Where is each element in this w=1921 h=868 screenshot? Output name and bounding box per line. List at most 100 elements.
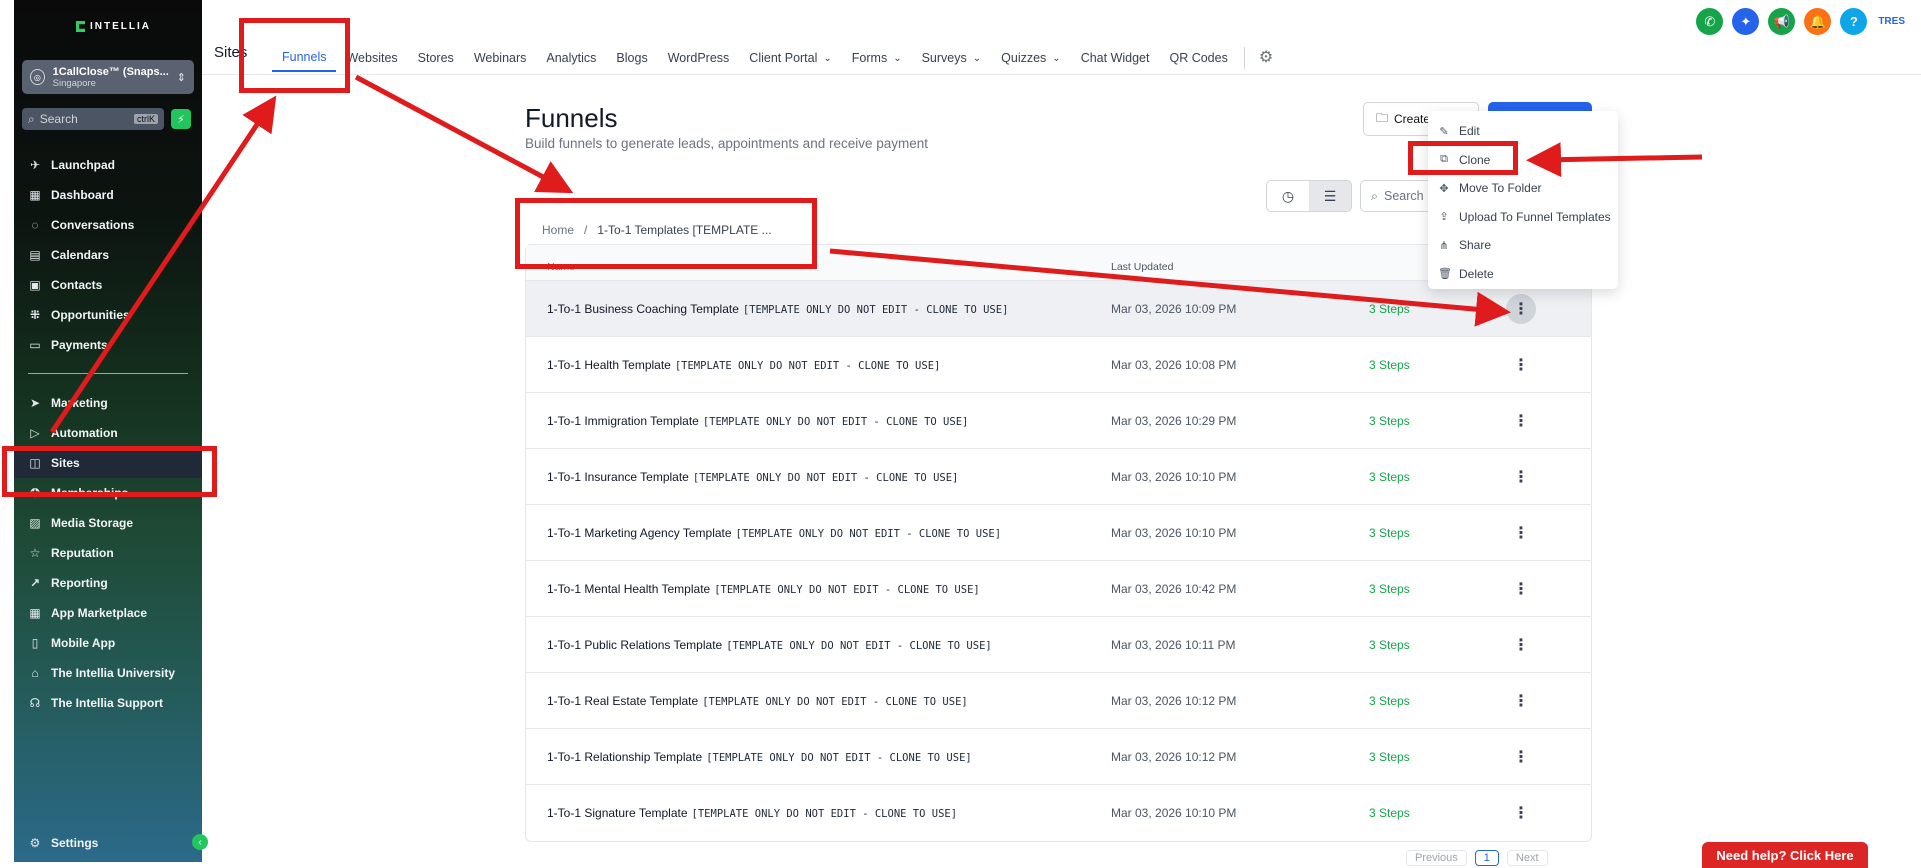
- sidebar-item-reputation[interactable]: ☆ Reputation: [14, 538, 202, 568]
- table-row[interactable]: 1-To-1 Insurance Template [TEMPLATE ONLY …: [526, 449, 1591, 505]
- sites-settings-gear-icon[interactable]: ⚙: [1251, 44, 1281, 72]
- sidebar-item-automation[interactable]: ▷ Automation: [14, 418, 202, 448]
- table-row[interactable]: 1-To-1 Immigration Template [TEMPLATE ONL…: [526, 393, 1591, 449]
- tab-stores[interactable]: Stores: [408, 44, 464, 72]
- page-number[interactable]: 1: [1474, 850, 1499, 866]
- more-options-icon[interactable]: ⋮: [1506, 630, 1536, 660]
- magic-wand-icon[interactable]: ✦: [1732, 8, 1760, 35]
- more-options-icon[interactable]: ⋮: [1506, 406, 1536, 436]
- user-label[interactable]: TRES: [1878, 16, 1905, 27]
- funnel-name[interactable]: 1-To-1 Health Template [TEMPLATE ONLY DO …: [526, 358, 1111, 372]
- tab-bar: Funnels Websites Stores Webinars Analytics Bl…: [272, 44, 1281, 72]
- tab-chat-widget[interactable]: Chat Widget: [1071, 44, 1160, 72]
- tab-analytics[interactable]: Analytics: [536, 44, 606, 72]
- funnel-name[interactable]: 1-To-1 Public Relations Template [TEMPLAT…: [526, 638, 1111, 652]
- steps-count[interactable]: 3 Steps: [1369, 806, 1491, 820]
- annotation-box-sites-nav: [2, 446, 217, 497]
- table-row[interactable]: 1-To-1 Mental Health Template [TEMPLATE O…: [526, 561, 1591, 617]
- steps-count[interactable]: 3 Steps: [1369, 302, 1491, 316]
- collapse-sidebar-icon[interactable]: ‹: [192, 834, 208, 850]
- more-options-icon[interactable]: ⋮: [1506, 462, 1536, 492]
- tab-client-portal[interactable]: Client Portal ⌄: [739, 44, 841, 72]
- sidebar-item-label: The Intellia University: [51, 666, 176, 680]
- funnel-name[interactable]: 1-To-1 Signature Template [TEMPLATE ONLY …: [526, 806, 1111, 820]
- tab-wordpress[interactable]: WordPress: [658, 44, 740, 72]
- table-row[interactable]: 1-To-1 Relationship Template [TEMPLATE ON…: [526, 729, 1591, 785]
- sidebar-item-mobile-app[interactable]: ▯ Mobile App: [14, 628, 202, 658]
- funnel-name[interactable]: 1-To-1 Immigration Template [TEMPLATE ONL…: [526, 414, 1111, 428]
- more-options-icon[interactable]: ⋮: [1506, 293, 1536, 324]
- sidebar-item-media-storage[interactable]: ▨ Media Storage: [14, 508, 202, 538]
- funnel-name[interactable]: 1-To-1 Real Estate Template [TEMPLATE ONL…: [526, 694, 1111, 708]
- sidebar-item-contacts[interactable]: ▣ Contacts: [14, 270, 202, 300]
- funnel-name[interactable]: 1-To-1 Business Coaching Template [TEMPLA…: [526, 302, 1111, 316]
- tab-surveys[interactable]: Surveys ⌄: [912, 44, 992, 72]
- megaphone-icon[interactable]: 📢: [1768, 8, 1796, 35]
- tab-forms[interactable]: Forms ⌄: [842, 44, 912, 72]
- quick-action-bolt-icon[interactable]: ⚡: [171, 109, 191, 129]
- sidebar-search[interactable]: ⌕ Search ctrlK: [22, 108, 164, 130]
- more-options-icon[interactable]: ⋮: [1506, 350, 1536, 380]
- menu-item-upload-to-funnel-templates[interactable]: ⇪ Upload To Funnel Templates: [1428, 203, 1618, 232]
- sidebar-item-settings[interactable]: ⚙ Settings: [14, 828, 202, 858]
- table-row[interactable]: 1-To-1 Real Estate Template [TEMPLATE ONL…: [526, 673, 1591, 729]
- steps-count[interactable]: 3 Steps: [1369, 526, 1491, 540]
- table-row[interactable]: 1-To-1 Business Coaching Template [TEMPLA…: [526, 281, 1591, 337]
- sidebar-item-app-marketplace[interactable]: ▦ App Marketplace: [14, 598, 202, 628]
- account-switcher[interactable]: ◎ 1CallClose™ (Snaps... Singapore ⇕: [22, 60, 194, 94]
- funnel-name[interactable]: 1-To-1 Relationship Template [TEMPLATE ON…: [526, 750, 1111, 764]
- more-options-icon[interactable]: ⋮: [1506, 574, 1536, 604]
- tab-quizzes[interactable]: Quizzes ⌄: [991, 44, 1071, 72]
- table-row[interactable]: 1-To-1 Health Template [TEMPLATE ONLY DO …: [526, 337, 1591, 393]
- steps-count[interactable]: 3 Steps: [1369, 414, 1491, 428]
- sidebar-item-launchpad[interactable]: ✈ Launchpad: [14, 150, 202, 180]
- last-updated: Mar 03, 2026 10:09 PM: [1111, 301, 1237, 316]
- tab-webinars[interactable]: Webinars: [464, 44, 537, 72]
- chevron-down-icon: ⌄: [1052, 52, 1061, 64]
- steps-count[interactable]: 3 Steps: [1369, 582, 1491, 596]
- table-row[interactable]: 1-To-1 Signature Template [TEMPLATE ONLY …: [526, 785, 1591, 841]
- sidebar-item-opportunities[interactable]: ⁜ Opportunities: [14, 300, 202, 330]
- menu-item-move-to-folder[interactable]: ✥ Move To Folder: [1428, 174, 1618, 203]
- sidebar-item-calendars[interactable]: ▤ Calendars: [14, 240, 202, 270]
- sidebar-item-payments[interactable]: ▭ Payments: [14, 330, 202, 360]
- funnel-name[interactable]: 1-To-1 Insurance Template [TEMPLATE ONLY …: [526, 470, 1111, 484]
- apps-icon: ▦: [29, 606, 41, 620]
- steps-count[interactable]: 3 Steps: [1369, 470, 1491, 484]
- menu-item-share[interactable]: ⋔ Share: [1428, 231, 1618, 260]
- bell-icon[interactable]: 🔔: [1804, 8, 1832, 35]
- steps-count[interactable]: 3 Steps: [1369, 750, 1491, 764]
- sidebar-item-marketing[interactable]: ➤ Marketing: [14, 388, 202, 418]
- table-row[interactable]: 1-To-1 Public Relations Template [TEMPLAT…: [526, 617, 1591, 673]
- funnel-name[interactable]: 1-To-1 Marketing Agency Template [TEMPLAT…: [526, 526, 1111, 540]
- more-options-icon[interactable]: ⋮: [1506, 742, 1536, 772]
- tab-blogs[interactable]: Blogs: [606, 44, 657, 72]
- more-options-icon[interactable]: ⋮: [1506, 798, 1536, 828]
- table-row[interactable]: 1-To-1 Marketing Agency Template [TEMPLAT…: [526, 505, 1591, 561]
- sidebar-item-the-intellia-university[interactable]: ⌂ The Intellia University: [14, 658, 202, 688]
- nav-divider: [28, 373, 188, 374]
- sidebar-item-dashboard[interactable]: ▦ Dashboard: [14, 180, 202, 210]
- menu-item-delete[interactable]: 🗑 Delete: [1428, 260, 1618, 289]
- steps-count[interactable]: 3 Steps: [1369, 694, 1491, 708]
- next-page-button[interactable]: Next: [1506, 850, 1548, 866]
- chevron-down-icon: ⌄: [823, 52, 832, 64]
- sidebar-item-the-intellia-support[interactable]: ☊ The Intellia Support: [14, 688, 202, 718]
- rocket-icon: ✈: [29, 158, 41, 172]
- previous-page-button[interactable]: Previous: [1406, 850, 1467, 866]
- more-options-icon[interactable]: ⋮: [1506, 518, 1536, 548]
- help-button[interactable]: Need help? Click Here: [1702, 842, 1868, 868]
- funnel-name[interactable]: 1-To-1 Mental Health Template [TEMPLATE O…: [526, 582, 1111, 596]
- sidebar-item-conversations[interactable]: ◌ Conversations: [14, 210, 202, 240]
- steps-count[interactable]: 3 Steps: [1369, 358, 1491, 372]
- sidebar-item-reporting[interactable]: ↗ Reporting: [14, 568, 202, 598]
- steps-count[interactable]: 3 Steps: [1369, 638, 1491, 652]
- list-view-icon[interactable]: ☰: [1309, 181, 1351, 211]
- help-icon[interactable]: ?: [1840, 8, 1868, 35]
- shortcut-badge: ctrlK: [134, 114, 158, 124]
- phone-icon[interactable]: ✆: [1696, 8, 1724, 35]
- last-updated: Mar 03, 2026 10:10 PM: [1111, 806, 1237, 820]
- recent-view-clock-icon[interactable]: ◷: [1267, 181, 1309, 211]
- more-options-icon[interactable]: ⋮: [1506, 686, 1536, 716]
- tab-qr-codes[interactable]: QR Codes: [1159, 44, 1237, 72]
